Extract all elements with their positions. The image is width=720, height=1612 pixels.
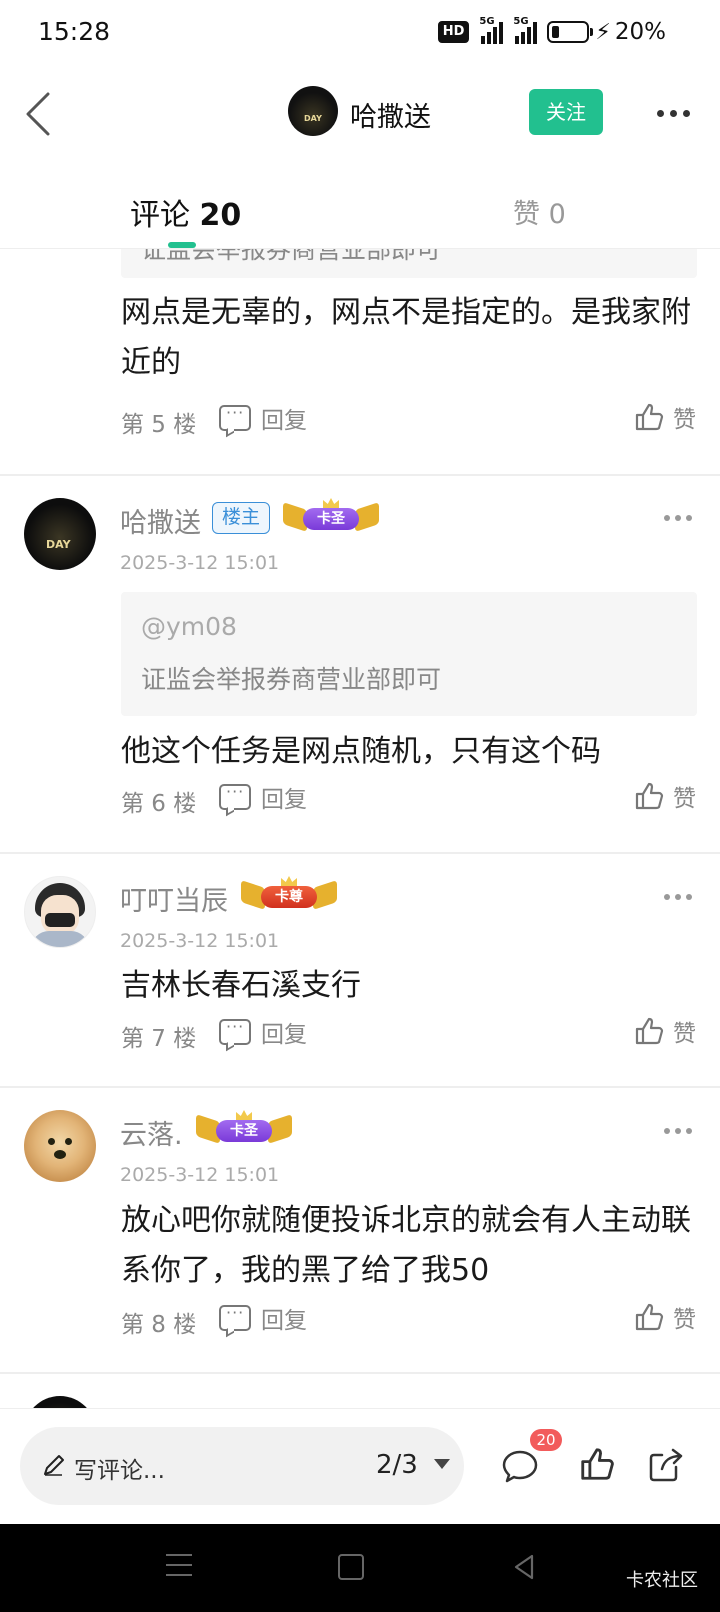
back-button[interactable] (14, 84, 64, 144)
more-icon (656, 109, 664, 117)
tab-likes[interactable]: 赞 0 (513, 192, 566, 231)
reply-button[interactable]: 回复 (219, 1017, 307, 1048)
comment-text: 放心吧你就随便投诉北京的就会有人主动联系你了，我的黑了给了我50 (121, 1203, 691, 1288)
comment-text: 吉林长春石溪支行 (121, 968, 361, 1003)
floor-number: 第 6 楼 (121, 791, 197, 817)
hd-icon: HD (437, 21, 470, 43)
comment-placeholder: 写评论... (74, 1458, 165, 1484)
system-nav-bar: 卡农社区 (0, 1524, 720, 1612)
comment-more-button[interactable] (664, 515, 692, 521)
status-bar: 15:28 HD 5G 5G ⚡ 20% (0, 0, 720, 66)
comment-timestamp: 2025-3-12 15:01 (120, 1164, 280, 1186)
thumb-up-icon (581, 1448, 614, 1480)
reply-icon (219, 403, 251, 431)
watermark: 卡农社区 (626, 1570, 698, 1591)
thumb-up-icon (633, 780, 665, 812)
comment-more-button[interactable] (664, 894, 692, 900)
comment-text: 网点是无辜的，网点不是指定的。是我家附近的 (121, 295, 691, 380)
caret-down-icon[interactable] (434, 1459, 450, 1469)
reply-button[interactable]: 回复 (219, 403, 307, 434)
like-button[interactable]: 赞 (633, 1300, 696, 1334)
follow-button[interactable]: 关注 (529, 89, 603, 135)
thumb-up-icon (633, 1301, 665, 1333)
status-time: 15:28 (38, 17, 111, 46)
status-icons: HD 5G 5G ⚡ 20% (437, 16, 666, 46)
comment-username[interactable]: 云落. (120, 1113, 183, 1152)
menu-icon[interactable] (166, 1554, 192, 1580)
nav-back-icon[interactable] (510, 1552, 540, 1582)
more-icon (664, 894, 670, 900)
comment-count-badge: 20 (530, 1429, 562, 1451)
reply-button[interactable]: 回复 (219, 1303, 307, 1334)
comment-icon (502, 1450, 538, 1483)
op-badge: 楼主 (212, 502, 271, 534)
avatar[interactable]: DAY (24, 498, 96, 570)
like-button[interactable]: 赞 (633, 1014, 696, 1048)
like-button[interactable]: 赞 (633, 779, 696, 813)
floor-number: 第 8 楼 (121, 1312, 197, 1338)
more-icon (664, 1128, 670, 1134)
divider (0, 474, 720, 476)
charging-icon: ⚡ (595, 19, 611, 45)
comment-username[interactable]: 叮叮当辰 (120, 879, 228, 918)
reply-icon (219, 1303, 251, 1331)
page-indicator[interactable]: 2/3 (376, 1450, 418, 1480)
battery-percent: 20% (614, 19, 666, 45)
back-icon (26, 92, 50, 136)
bottom-bar: 写评论... 2/3 20 (0, 1408, 720, 1524)
more-icon (664, 515, 670, 521)
rank-badge: 卡尊 (241, 876, 337, 914)
header-username[interactable]: 哈撒送 (350, 95, 431, 134)
comment-more-button[interactable] (664, 1128, 692, 1134)
home-icon[interactable] (338, 1554, 364, 1580)
comment-list[interactable]: 证监会举报券商营业部即可 网点是无辜的，网点不是指定的。是我家附近的 第 5 楼… (0, 248, 720, 1408)
divider (0, 1086, 720, 1088)
comment-timestamp: 2025-3-12 15:01 (120, 930, 280, 952)
header-avatar[interactable]: DAY (288, 86, 338, 136)
reply-button[interactable]: 回复 (219, 782, 307, 813)
thumb-up-icon (633, 1015, 665, 1047)
floor-number: 第 7 楼 (121, 1026, 197, 1052)
like-post-button[interactable] (578, 1445, 616, 1483)
rank-badge: 卡圣 (196, 1110, 292, 1148)
avatar[interactable] (24, 876, 96, 948)
battery-icon (547, 21, 594, 43)
reply-icon (219, 1017, 251, 1045)
tab-bar: 评论 20 赞 0 (0, 162, 720, 248)
rank-badge: 卡圣 (283, 498, 379, 536)
divider (0, 852, 720, 854)
header: DAY 哈撒送 关注 (0, 66, 720, 162)
share-icon (649, 1448, 683, 1482)
divider (0, 248, 720, 249)
floor-number: 第 5 楼 (121, 412, 197, 438)
comment-text: 他这个任务是网点随机，只有这个码 (121, 734, 601, 769)
comment-timestamp: 2025-3-12 15:01 (120, 552, 280, 574)
comments-button[interactable] (500, 1447, 540, 1487)
signal-icon-2: 5G (513, 16, 538, 44)
quoted-comment[interactable]: @ym08 证监会举报券商营业部即可 (121, 592, 697, 716)
tab-comments[interactable]: 评论 20 (130, 190, 241, 234)
reply-icon (219, 782, 251, 810)
thumb-up-icon (633, 401, 665, 433)
share-button[interactable] (646, 1445, 686, 1485)
more-button[interactable] (650, 96, 696, 130)
pen-icon (42, 1453, 66, 1477)
like-button[interactable]: 赞 (633, 400, 696, 434)
signal-icon: 5G (479, 16, 504, 44)
comment-input[interactable]: 写评论... 2/3 (20, 1427, 464, 1505)
avatar[interactable] (24, 1110, 96, 1182)
divider (0, 1372, 720, 1374)
avatar[interactable] (24, 1396, 96, 1408)
comment-username[interactable]: 哈撒送 (120, 501, 201, 540)
quoted-comment: 证监会举报券商营业部即可 (121, 248, 697, 278)
